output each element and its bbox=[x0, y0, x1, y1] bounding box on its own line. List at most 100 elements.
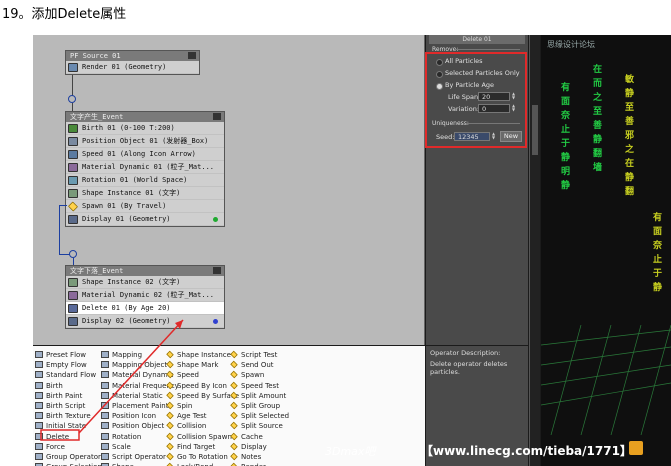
operator-icon bbox=[35, 381, 43, 389]
speed-icon bbox=[68, 150, 78, 159]
event2-op-shape-instance[interactable]: Shape Instance 02 (文字) bbox=[66, 276, 224, 289]
depot-item[interactable]: Split Source bbox=[230, 421, 289, 431]
event1-op-rotation[interactable]: Rotation 01 (World Space) bbox=[66, 174, 224, 187]
depot-item-label: Split Amount bbox=[241, 391, 287, 400]
render-operator[interactable]: Render 01 (Geometry) bbox=[66, 61, 199, 74]
operator-icon bbox=[35, 442, 43, 450]
depot-item-label: Speed Test bbox=[241, 381, 279, 390]
falling-character: 墙 bbox=[593, 163, 603, 173]
depot-item[interactable]: Render bbox=[230, 462, 289, 466]
depot-item[interactable]: Lock/Bond bbox=[166, 462, 239, 466]
depot-item[interactable]: Collision bbox=[166, 421, 239, 431]
particle-view-canvas[interactable]: PF Source 01 Render 01 (Geometry) 文字产生_E… bbox=[33, 35, 425, 345]
event1-node[interactable]: 文字产生_Event Birth 01 (0-100 T:200) Positi… bbox=[65, 111, 225, 227]
depot-item[interactable]: Find Target bbox=[166, 442, 239, 452]
depot-item[interactable]: Split Amount bbox=[230, 391, 289, 401]
event2-op-display[interactable]: Display 02 (Geometry) bbox=[66, 315, 224, 328]
depot-item[interactable]: Birth bbox=[35, 381, 102, 391]
falling-character: 至 bbox=[593, 107, 603, 117]
max-screenshot: PF Source 01 Render 01 (Geometry) 文字产生_E… bbox=[33, 35, 671, 466]
operator-icon bbox=[35, 452, 43, 460]
depot-item[interactable]: Send Out bbox=[230, 360, 289, 370]
event1-op-shape-instance[interactable]: Shape Instance 01 (文字) bbox=[66, 187, 224, 200]
depot-item-label: Material Static bbox=[112, 391, 163, 400]
depot-item[interactable]: Speed By Icon bbox=[166, 381, 239, 391]
depot-item[interactable]: Cache bbox=[230, 432, 289, 442]
depot-item[interactable]: Script Test bbox=[230, 350, 289, 360]
falling-character: 翻 bbox=[625, 187, 635, 197]
depot-item[interactable]: Force bbox=[35, 442, 102, 452]
depot-item[interactable]: Standard Flow bbox=[35, 370, 102, 380]
depot-item[interactable]: Birth Script bbox=[35, 401, 102, 411]
depot-item[interactable]: Split Selected bbox=[230, 411, 289, 421]
depot-item[interactable]: Delete bbox=[35, 432, 102, 442]
depot-column-1: Preset Flow Empty Flow Standard Flow Birth B… bbox=[35, 350, 102, 466]
depot-item[interactable]: Speed bbox=[166, 370, 239, 380]
event2-op-delete[interactable]: Delete 01 (By Age 20) bbox=[66, 302, 224, 315]
operator-icon bbox=[101, 361, 109, 369]
depot-item[interactable]: Speed By Surface bbox=[166, 391, 239, 401]
operator-icon bbox=[35, 401, 43, 409]
depot-item[interactable]: Spin bbox=[166, 401, 239, 411]
depot-item[interactable]: Notes bbox=[230, 452, 289, 462]
test-diamond-icon bbox=[230, 422, 238, 430]
falling-character: 奈 bbox=[653, 241, 663, 251]
description-label: Operator Description: bbox=[430, 349, 501, 357]
depot-item-label: Script Operator bbox=[112, 452, 166, 461]
test-diamond-icon bbox=[230, 360, 238, 369]
depot-column-3: Shape Instance Shape Mark Speed Speed By Ic… bbox=[166, 350, 239, 466]
depot-item-label: Scale bbox=[112, 442, 131, 451]
depot-item[interactable]: Shape Instance bbox=[166, 350, 239, 360]
depot-item[interactable]: Group Operator bbox=[35, 452, 102, 462]
perspective-viewport[interactable]: 思缘设计论坛 有面奈止于静明静在而之至善静翻墙敏静至善邪之在静翻有面奈止于静 bbox=[541, 35, 671, 466]
event2-node[interactable]: 文字下落_Event Shape Instance 02 (文字) Materi… bbox=[65, 265, 225, 329]
test-diamond-icon bbox=[230, 401, 238, 410]
depot-item[interactable]: Empty Flow bbox=[35, 360, 102, 370]
scrollbar-thumb[interactable] bbox=[532, 105, 538, 155]
event1-op-position-object[interactable]: Position Object 01 (发射器_Box) bbox=[66, 135, 224, 148]
depot-item[interactable]: Birth Paint bbox=[35, 391, 102, 401]
depot-item-label: Script Test bbox=[241, 351, 278, 359]
depot-item-label: Shape Instance bbox=[177, 351, 231, 359]
depot-item[interactable]: Initial State bbox=[35, 421, 102, 431]
falling-character: 明 bbox=[561, 167, 571, 177]
material-icon bbox=[68, 291, 78, 300]
event2-op-material[interactable]: Material Dynamic 02 (粒子_Mat... bbox=[66, 289, 224, 302]
render-event-title: PF Source 01 bbox=[66, 51, 199, 61]
depot-item-label: Split Source bbox=[241, 422, 283, 431]
spawn-diamond-icon bbox=[67, 201, 79, 212]
test-diamond-icon bbox=[166, 432, 174, 440]
operator-icon bbox=[101, 452, 109, 460]
event1-title: 文字产生_Event bbox=[66, 112, 224, 122]
display-icon bbox=[68, 317, 78, 326]
falling-character: 有 bbox=[561, 83, 571, 93]
event1-op-display[interactable]: Display 01 (Geometry) bbox=[66, 213, 224, 226]
falling-character: 静 bbox=[561, 153, 571, 163]
position-icon bbox=[68, 137, 78, 146]
depot-item[interactable]: Group Selection bbox=[35, 462, 102, 466]
depot-item-label: Split Selected bbox=[241, 412, 290, 421]
depot-item[interactable]: Spawn bbox=[230, 370, 289, 380]
test-diamond-icon bbox=[230, 432, 238, 440]
falling-character: 翻 bbox=[593, 149, 603, 159]
depot-item[interactable]: Split Group bbox=[230, 401, 289, 411]
event1-op-spawn[interactable]: Spawn 01 (By Travel) bbox=[66, 200, 224, 213]
depot-item[interactable]: Age Test bbox=[166, 411, 239, 421]
depot-item[interactable]: Shape Mark bbox=[166, 360, 239, 370]
depot-item[interactable]: Go To Rotation bbox=[166, 452, 239, 462]
render-event-node[interactable]: PF Source 01 Render 01 (Geometry) bbox=[65, 50, 200, 75]
event1-op-speed[interactable]: Speed 01 (Along Icon Arrow) bbox=[66, 148, 224, 161]
depot-item[interactable]: Preset Flow bbox=[35, 350, 102, 360]
operator-icon bbox=[101, 401, 109, 409]
depot-item[interactable]: Speed Test bbox=[230, 381, 289, 391]
depot-item-label: Group Operator bbox=[46, 452, 101, 461]
depot-item-label: Material Dynamic bbox=[112, 371, 174, 380]
operator-icon bbox=[35, 412, 43, 420]
panel-scrollbar[interactable] bbox=[529, 35, 540, 466]
event1-op-birth[interactable]: Birth 01 (0-100 T:200) bbox=[66, 122, 224, 135]
depot-item-label: Rotation bbox=[112, 432, 142, 441]
depot-item[interactable]: Display bbox=[230, 442, 289, 452]
depot-item[interactable]: Birth Texture bbox=[35, 411, 102, 421]
event1-op-material[interactable]: Material Dynamic 01 (粒子_Mat... bbox=[66, 161, 224, 174]
depot-item[interactable]: Collision Spawn bbox=[166, 432, 239, 442]
